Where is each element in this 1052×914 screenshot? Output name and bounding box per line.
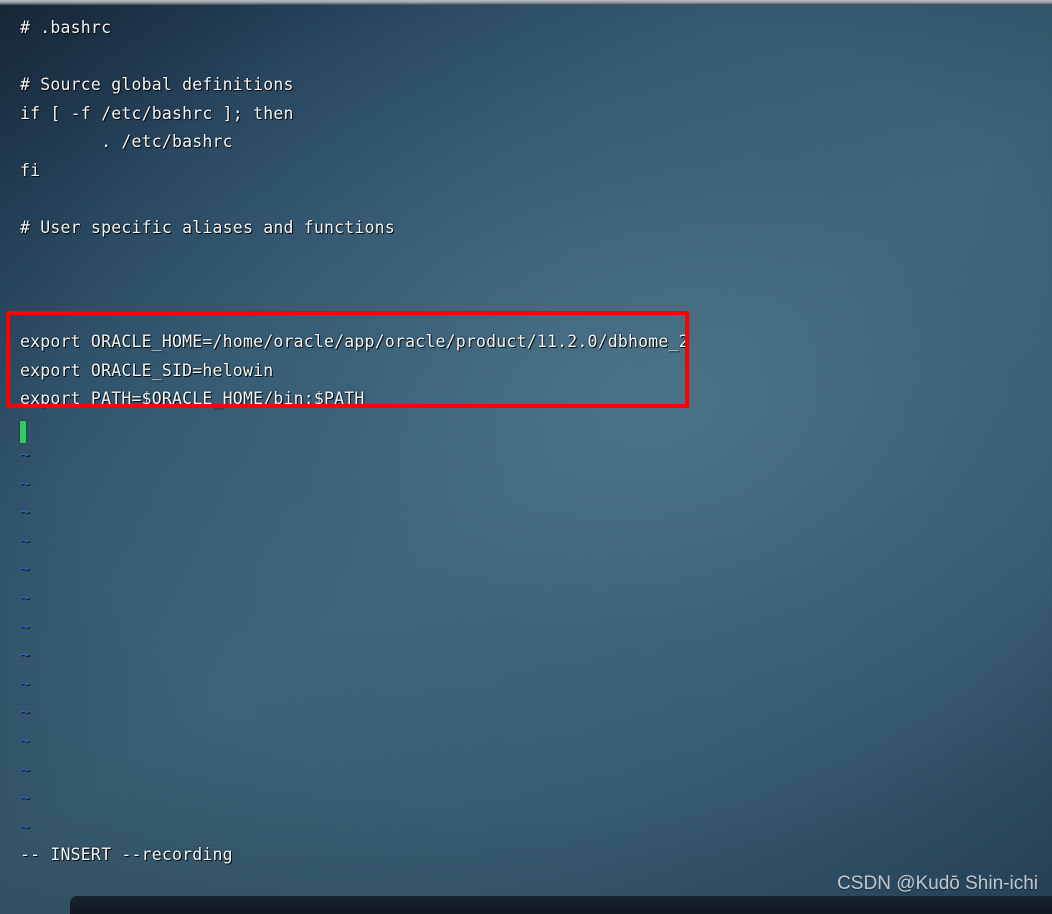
buffer-line: # Source global definitions [20, 75, 294, 94]
buffer-line: if [ -f /etc/bashrc ]; then [20, 103, 294, 123]
export-line-oracle-sid: export ORACLE_SID=helowin [20, 360, 274, 380]
buffer-line [20, 185, 1030, 214]
bottom-clipped-panel[interactable] [70, 896, 1052, 914]
tilde-marker: ~ [20, 816, 30, 836]
buffer-line [20, 43, 1030, 72]
window-titlebar-strip [0, 0, 1052, 5]
tilde-marker: ~ [20, 502, 30, 522]
tilde-marker: ~ [20, 673, 30, 693]
tilde-marker: ~ [20, 788, 30, 808]
buffer-line: # User specific aliases and functions [20, 217, 395, 237]
vim-empty-line-markers: ~ ~ ~ ~ ~ ~ ~ ~ ~ ~ ~ ~ ~ ~ [20, 441, 30, 841]
csdn-watermark: CSDN @Kudō Shin-ichi [837, 873, 1038, 894]
buffer-line: . /etc/bashrc [20, 132, 233, 151]
tilde-marker: ~ [20, 645, 30, 665]
buffer-line: # .bashrc [20, 18, 112, 37]
vim-terminal-screenshot: # .bashrc # Source global definitions if… [0, 0, 1052, 914]
tilde-marker: ~ [20, 530, 30, 550]
buffer-line: fi [20, 160, 41, 180]
oracle-env-export-block[interactable]: export ORACLE_HOME=/home/oracle/app/orac… [20, 328, 1030, 414]
tilde-marker: ~ [20, 702, 30, 722]
export-line-oracle-home: export ORACLE_HOME=/home/oracle/app/orac… [20, 332, 689, 351]
buffer-line [20, 271, 1030, 300]
tilde-marker: ~ [20, 587, 30, 607]
tilde-marker: ~ [20, 730, 30, 750]
vim-text-buffer[interactable]: # .bashrc # Source global definitions if… [20, 14, 1030, 299]
buffer-line [20, 242, 1030, 271]
vim-cursor [20, 421, 26, 443]
tilde-marker: ~ [20, 445, 30, 464]
tilde-marker: ~ [20, 616, 30, 636]
tilde-marker: ~ [20, 759, 30, 779]
bottom-panel-clipped-text [78, 907, 772, 914]
tilde-marker: ~ [20, 473, 30, 493]
vim-status-line: -- INSERT --recording [20, 845, 233, 864]
tilde-marker: ~ [20, 559, 30, 579]
export-line-path: export PATH=$ORACLE_HOME/bin:$PATH [20, 389, 365, 408]
